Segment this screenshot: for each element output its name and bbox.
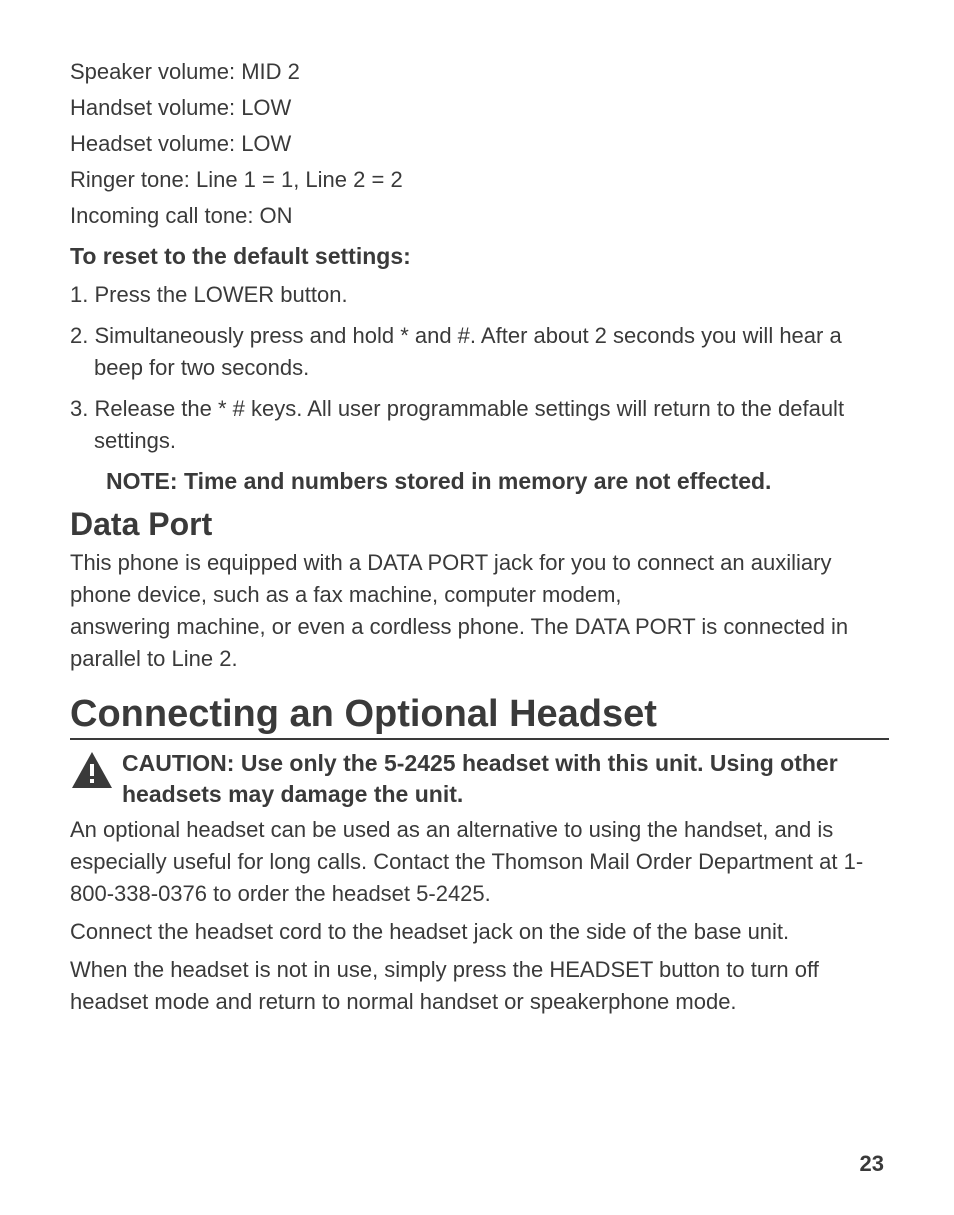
data-port-paragraph: This phone is equipped with a DATA PORT … [70, 547, 889, 611]
caution-block: CAUTION: Use only the 5-2425 headset wit… [70, 748, 889, 810]
reset-step: 1. Press the LOWER button. [70, 279, 889, 312]
data-port-paragraph: answering machine, or even a cordless ph… [70, 611, 889, 675]
reset-note: NOTE: Time and numbers stored in memory … [106, 466, 889, 497]
headset-paragraph: When the headset is not in use, simply p… [70, 954, 889, 1018]
caution-text: CAUTION: Use only the 5-2425 headset wit… [122, 748, 889, 810]
incoming-call-tone-line: Incoming call tone: ON [70, 199, 889, 233]
warning-icon [70, 750, 114, 795]
reset-step: 2. Simultaneously press and hold * and #… [70, 320, 889, 385]
headset-volume-line: Headset volume: LOW [70, 127, 889, 161]
reset-step: 3. Release the * # keys. All user progra… [70, 393, 889, 458]
data-port-heading: Data Port [70, 505, 889, 543]
manual-page: Speaker volume: MID 2 Handset volume: LO… [0, 0, 954, 1215]
page-number: 23 [860, 1151, 884, 1177]
headset-paragraph: An optional headset can be used as an al… [70, 814, 889, 910]
headset-paragraph: Connect the headset cord to the headset … [70, 916, 889, 948]
connecting-headset-heading: Connecting an Optional Headset [70, 691, 889, 741]
handset-volume-line: Handset volume: LOW [70, 91, 889, 125]
reset-heading: To reset to the default settings: [70, 239, 889, 275]
reset-steps-list: 1. Press the LOWER button. 2. Simultaneo… [70, 279, 889, 458]
ringer-tone-line: Ringer tone: Line 1 = 1, Line 2 = 2 [70, 163, 889, 197]
speaker-volume-line: Speaker volume: MID 2 [70, 55, 889, 89]
